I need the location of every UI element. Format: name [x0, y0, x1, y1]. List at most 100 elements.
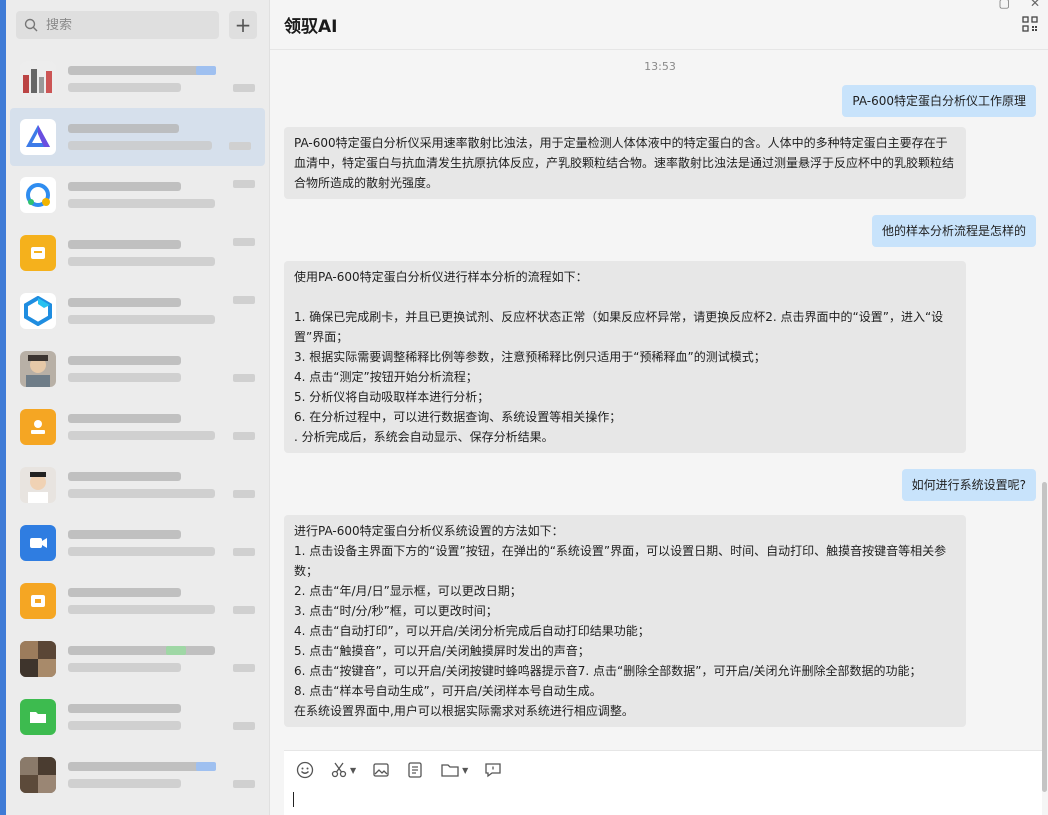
- chevron-down-icon[interactable]: ▼: [462, 766, 468, 775]
- message-line: 在系统设置界面中,用户可以根据实际需求对系统进行相应调整。: [294, 704, 634, 718]
- conversation-list: [6, 50, 269, 804]
- message-list: 13:53 PA-600特定蛋白分析仪工作原理 PA-600特定蛋白分析仪采用速…: [270, 51, 1048, 750]
- bot-message[interactable]: PA-600特定蛋白分析仪采用速率散射比浊法，用于定量检测人体体液中的特定蛋白的…: [284, 127, 966, 199]
- folder-icon: [441, 764, 459, 777]
- conversation-item[interactable]: [6, 456, 269, 514]
- folder-button[interactable]: ▼: [440, 761, 468, 779]
- approval-avatar: [20, 409, 56, 445]
- chat-scrollbar[interactable]: [1042, 50, 1048, 792]
- conversation-item[interactable]: [6, 224, 269, 282]
- conversation-time: [233, 180, 255, 188]
- chat-title: 领驭AI: [284, 17, 338, 37]
- bot-message[interactable]: 进行PA-600特定蛋白分析仪系统设置的方法如下： 1. 点击设备主界面下方的“…: [284, 515, 966, 727]
- wecom-team-avatar: [20, 177, 56, 213]
- message-input[interactable]: [292, 789, 1020, 811]
- conversation-name: [68, 588, 182, 597]
- user-message[interactable]: 如何进行系统设置呢?: [901, 469, 1036, 501]
- message-line: . 分析完成后，系统会自动显示、保存分析结果。: [294, 430, 554, 444]
- bot-message[interactable]: 使用PA-600特定蛋白分析仪进行样本分析的流程如下： 1. 确保已完成刷卡，并…: [284, 261, 966, 453]
- chat-record-button[interactable]: [484, 761, 502, 779]
- conversation-time: [233, 296, 255, 304]
- conversation-preview: [68, 141, 213, 150]
- message-timestamp: 13:53: [644, 60, 676, 73]
- status-badge: [196, 762, 216, 771]
- message-line: 1. 确保已完成刷卡，并且已更换试剂、反应杯状态正常（如果反应杯异常，请更换反应…: [294, 310, 944, 344]
- image-button[interactable]: [372, 761, 390, 779]
- conversation-name: [68, 124, 179, 133]
- conversation-item[interactable]: [6, 746, 269, 804]
- search-input[interactable]: [46, 17, 211, 33]
- message-row: PA-600特定蛋白分析仪工作原理: [284, 85, 1036, 117]
- conversation-name: [68, 298, 182, 307]
- user-message[interactable]: PA-600特定蛋白分析仪工作原理: [842, 85, 1036, 117]
- conversation-preview: [68, 547, 216, 556]
- conversation-time: [233, 490, 255, 498]
- conversation-name: [68, 704, 182, 713]
- conversation-preview: [68, 605, 216, 614]
- search-icon: [24, 18, 38, 32]
- message-line: 5. 分析仪将自动吸取样本进行分析；: [294, 390, 490, 404]
- message-line: 8. 点击“样本号自动生成”，可开启/关闭样本号自动生成。: [294, 684, 602, 698]
- conversation-time: [233, 548, 255, 556]
- text-cursor: [293, 792, 294, 807]
- maximize-icon[interactable]: ▢: [999, 0, 1010, 10]
- message-line: 5. 点击“触摸音”，可以开启/关闭触摸屏时发出的声音；: [294, 644, 590, 658]
- conversation-item[interactable]: [6, 398, 269, 456]
- message-row: 他的样本分析流程是怎样的: [284, 215, 1036, 247]
- conversation-item[interactable]: [6, 340, 269, 398]
- conversation-item[interactable]: [6, 50, 269, 108]
- conversation-preview: [68, 373, 182, 382]
- conversation-preview: [68, 199, 216, 208]
- chat-header: 领驭AI ▢ ✕: [270, 0, 1048, 50]
- conversation-preview: [68, 779, 182, 788]
- conversation-item-active[interactable]: [10, 108, 265, 166]
- conversation-item[interactable]: [6, 282, 269, 340]
- conversation-time: [233, 780, 255, 788]
- conversation-name: [68, 646, 216, 655]
- conversation-preview: [68, 721, 182, 730]
- conversation-time: [233, 606, 255, 614]
- conversation-item[interactable]: [6, 688, 269, 746]
- group-avatar: [20, 757, 56, 793]
- add-button[interactable]: +: [229, 11, 257, 39]
- scissors-icon: [331, 762, 347, 778]
- image-icon: [373, 763, 389, 777]
- message-row: 如何进行系统设置呢?: [284, 469, 1036, 501]
- screenshot-button[interactable]: ▼: [330, 761, 356, 779]
- conversation-time: [233, 664, 255, 672]
- message-line: PA-600特定蛋白分析仪采用速率散射比浊法，用于定量检测人体体液中的特定蛋白的…: [294, 136, 955, 190]
- conversation-name: [68, 182, 182, 191]
- conversation-time: [233, 238, 255, 246]
- conversation-name: [68, 762, 216, 771]
- conversation-time: [233, 374, 255, 382]
- user-message[interactable]: 他的样本分析流程是怎样的: [871, 215, 1036, 247]
- chevron-down-icon[interactable]: ▼: [350, 766, 356, 775]
- grid-icon[interactable]: [1022, 16, 1038, 32]
- conversation-item[interactable]: [6, 572, 269, 630]
- conversation-time: [229, 142, 251, 150]
- conversation-name: [68, 472, 182, 481]
- close-icon[interactable]: ✕: [1030, 0, 1040, 10]
- conversation-item[interactable]: [6, 630, 269, 688]
- conversation-item[interactable]: [6, 514, 269, 572]
- conversation-item[interactable]: [6, 166, 269, 224]
- message-line: 4. 点击“自动打印”，可以开启/关闭分析完成后自动打印结果功能；: [294, 624, 650, 638]
- conversation-name: [68, 240, 182, 249]
- announcement-avatar: [20, 235, 56, 271]
- conversation-time: [233, 722, 255, 730]
- conversation-name: [68, 530, 182, 539]
- conversation-name: [68, 414, 182, 423]
- message-line: 3. 点击“时/分/秒”框，可以更改时间；: [294, 604, 498, 618]
- compose-area: ▼ ▼: [284, 750, 1042, 815]
- emoji-button[interactable]: [296, 761, 314, 779]
- document-icon: [408, 762, 422, 778]
- window-controls: ▢ ✕: [999, 0, 1040, 10]
- message-line: 6. 在分析过程中，可以进行数据查询、系统设置等相关操作；: [294, 410, 622, 424]
- tencent-lexiang-avatar: [20, 293, 56, 329]
- emoji-icon: [296, 761, 314, 779]
- scrollbar-thumb[interactable]: [1042, 482, 1047, 792]
- search-box[interactable]: [16, 11, 219, 39]
- document-button[interactable]: [406, 761, 424, 779]
- conversation-name: [68, 356, 182, 365]
- conversation-preview: [68, 315, 216, 324]
